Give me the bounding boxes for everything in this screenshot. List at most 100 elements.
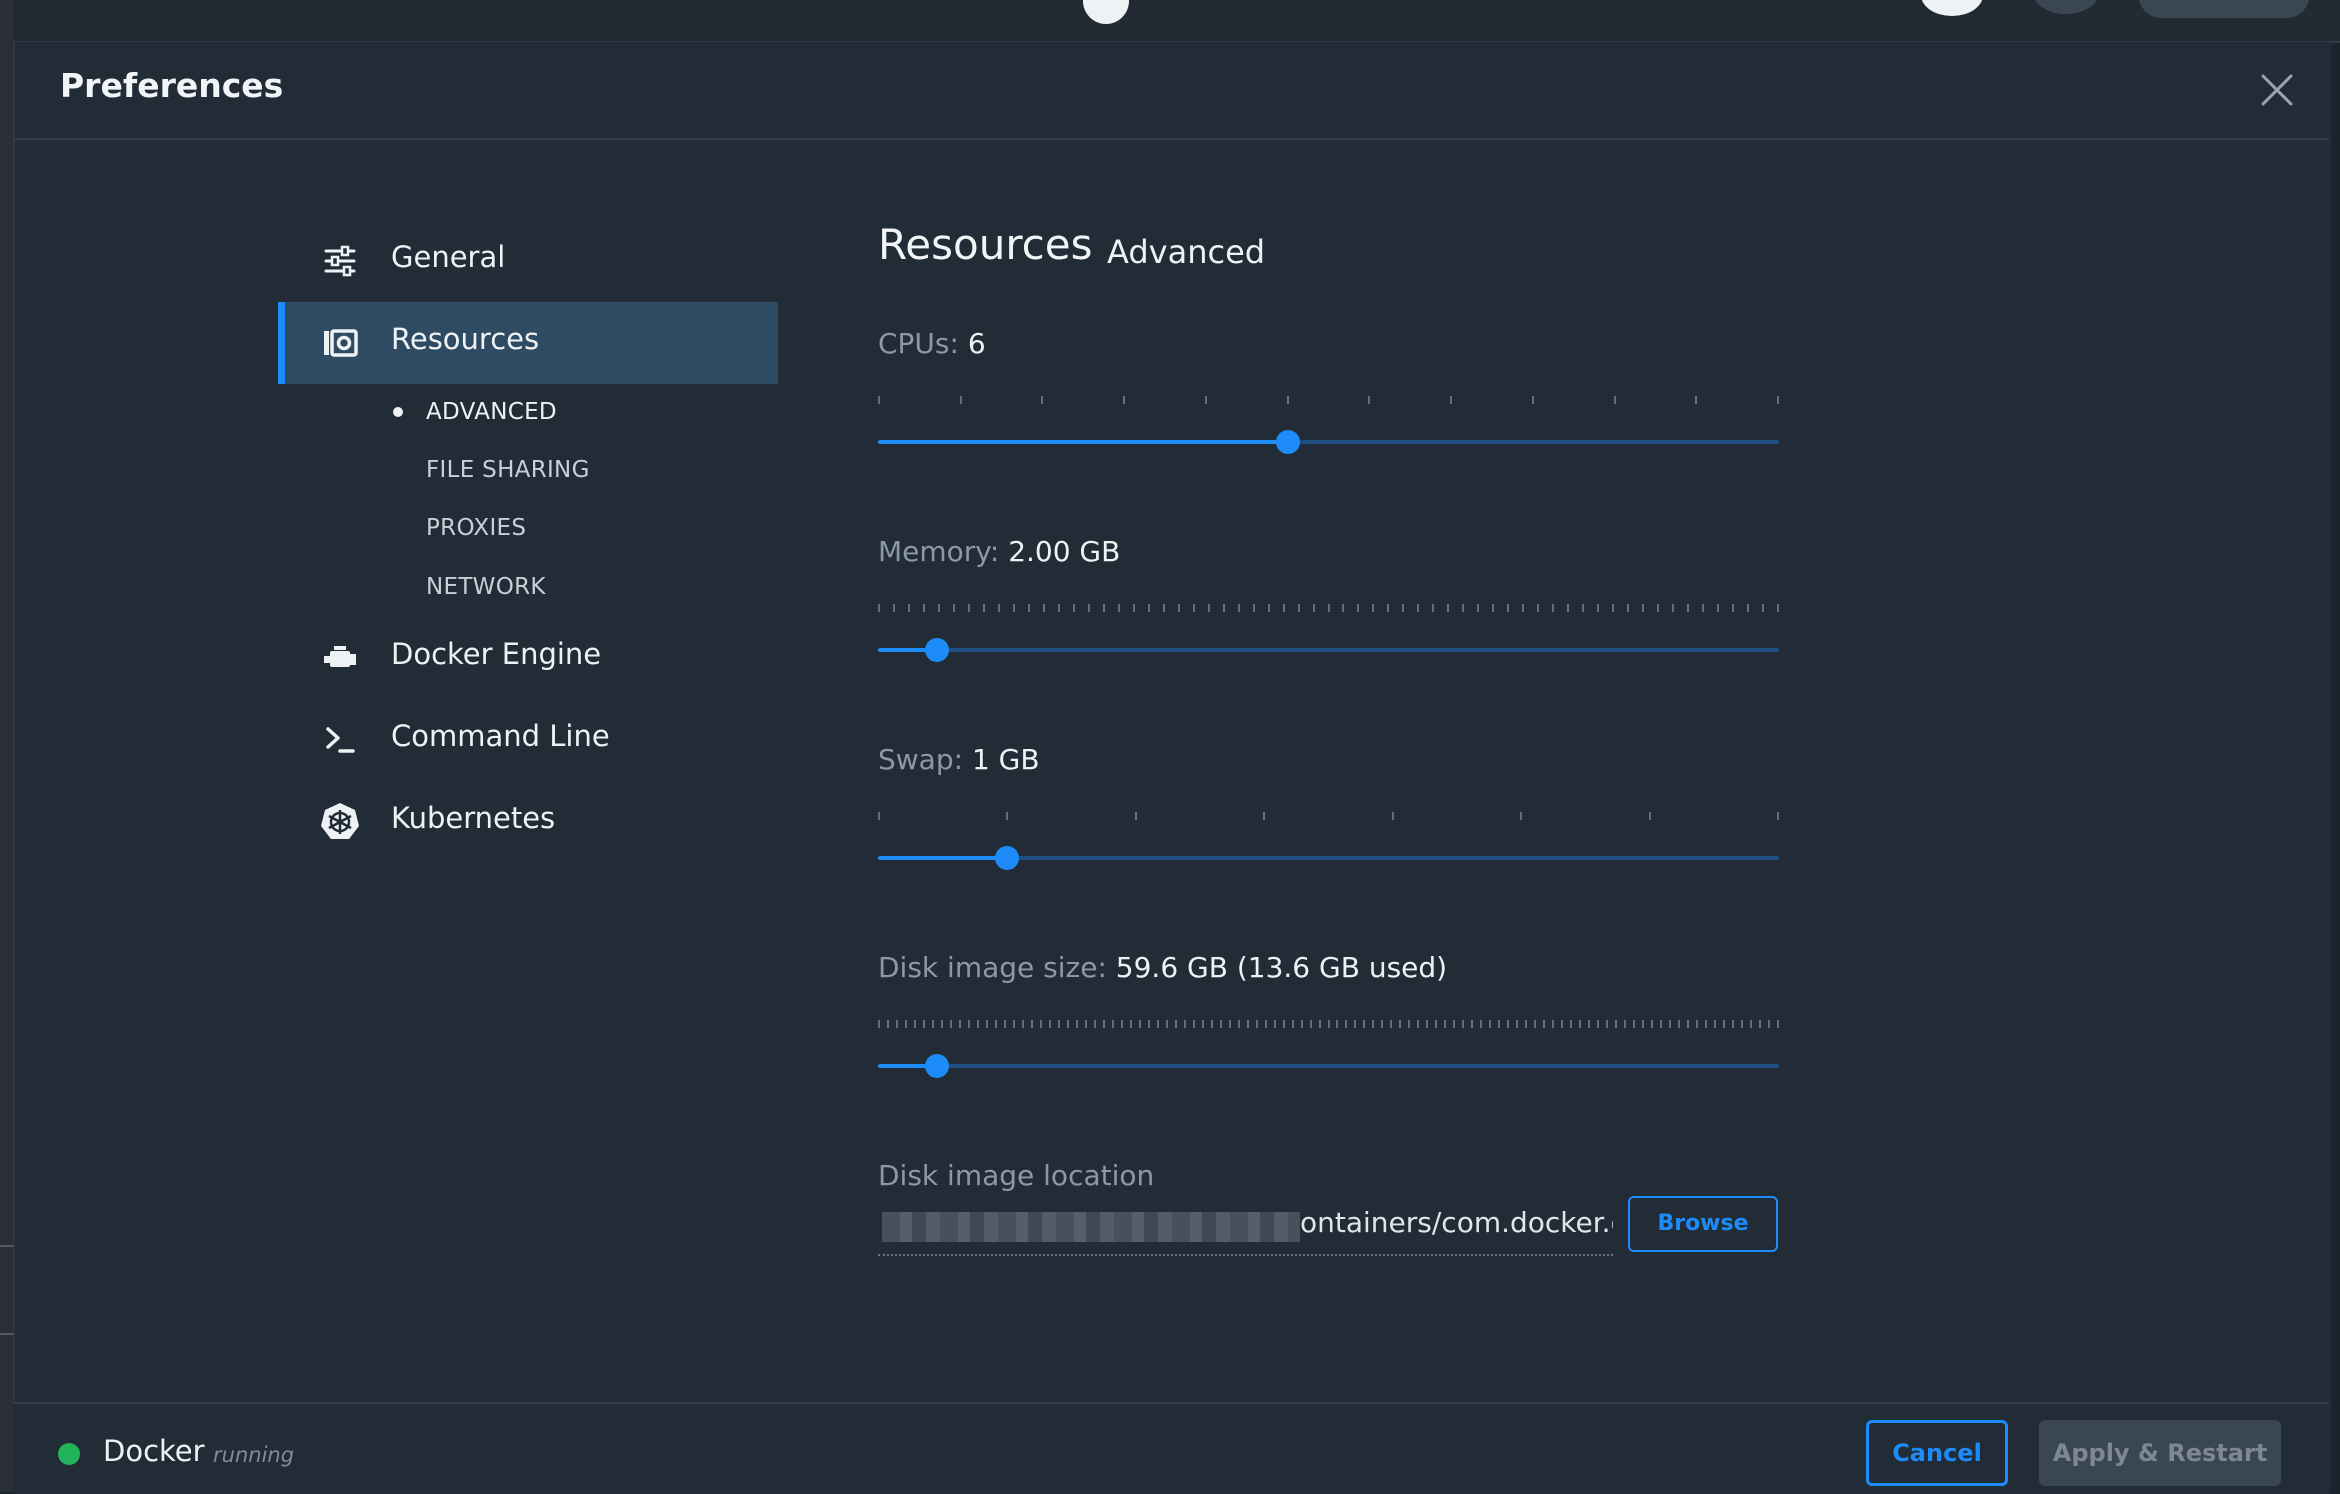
slider-tick [1567, 604, 1569, 612]
slider-tick [923, 1020, 925, 1028]
slider-tick [1705, 1020, 1707, 1028]
kubernetes-icon [320, 802, 360, 842]
browse-button[interactable]: Browse [1628, 1196, 1778, 1252]
engine-icon [320, 638, 360, 678]
slider-tick [932, 1020, 934, 1028]
slider-tick [1193, 604, 1195, 612]
sidebar-subitem-file-sharing[interactable]: FILE SHARING [426, 457, 590, 483]
slider-tick [1392, 812, 1394, 820]
slider-tick [1520, 812, 1522, 820]
slider-tick [1777, 396, 1779, 404]
slider-tick [1588, 1020, 1590, 1028]
slider-tick [1768, 1020, 1770, 1028]
disk-location-field[interactable]: ontainers/com.docker.dc [878, 1202, 1613, 1256]
close-icon[interactable] [2255, 68, 2299, 112]
slider-tick [1498, 1020, 1500, 1028]
slider-tick [1552, 604, 1554, 612]
slider-tick [1357, 604, 1359, 612]
cancel-button[interactable]: Cancel [1866, 1420, 2008, 1486]
redacted-path [882, 1212, 1300, 1242]
slider-tick [1211, 1020, 1213, 1028]
sidebar-item-label: Kubernetes [391, 801, 556, 835]
slider-tick [1372, 604, 1374, 612]
slider-tick [1732, 604, 1734, 612]
sidebar-item-general[interactable]: General [278, 220, 778, 302]
slider-tick [1516, 1020, 1518, 1028]
slider-tick [1417, 604, 1419, 612]
sidebar-subitem-network[interactable]: NETWORK [426, 574, 546, 600]
sidebar-item-resources[interactable]: Resources [278, 302, 778, 384]
slider-tick [1283, 604, 1285, 612]
slider-thumb[interactable] [995, 846, 1019, 870]
slider-tick [1076, 1020, 1078, 1028]
slider-track [878, 1064, 1779, 1068]
sliders-icon [320, 241, 360, 281]
slider-tick [1103, 604, 1105, 612]
slider-thumb[interactable] [925, 638, 949, 662]
cpus-slider[interactable] [878, 396, 1779, 456]
slider-tick [960, 396, 962, 404]
slider-tick [986, 1020, 988, 1028]
slider-tick [1462, 604, 1464, 612]
sidebar-item-label: Resources [391, 322, 540, 356]
background-divider [0, 1333, 13, 1335]
slider-tick [1660, 1020, 1662, 1028]
slider-tick [1336, 1020, 1338, 1028]
slider-tick [1399, 1020, 1401, 1028]
slider-tick [1006, 812, 1008, 820]
slider-tick [1522, 604, 1524, 612]
sidebar-item-label: Docker Engine [391, 637, 602, 671]
slider-tick [1139, 1020, 1141, 1028]
disk-size-slider[interactable] [878, 1020, 1779, 1080]
sidebar-item-command-line[interactable]: Command Line [278, 699, 778, 781]
slider-tick [1426, 1020, 1428, 1028]
slider-tick [1354, 1020, 1356, 1028]
slider-tick [1268, 604, 1270, 612]
slider-tick [1537, 604, 1539, 612]
slider-tick [1298, 604, 1300, 612]
memory-label-text: Memory: [878, 535, 1000, 568]
slider-tick [1088, 604, 1090, 612]
slider-tick [1390, 1020, 1392, 1028]
slider-tick [1624, 1020, 1626, 1028]
slider-tick [905, 1020, 907, 1028]
sidebar-item-kubernetes[interactable]: Kubernetes [278, 781, 778, 863]
slider-tick [1028, 604, 1030, 612]
slider-tick [1759, 1020, 1761, 1028]
slider-tick [1193, 1020, 1195, 1028]
memory-value: 2.00 GB [1008, 535, 1121, 568]
swap-value: 1 GB [971, 743, 1040, 776]
apply-restart-button[interactable]: Apply & Restart [2039, 1420, 2281, 1486]
sidebar-item-docker-engine[interactable]: Docker Engine [278, 617, 778, 699]
slider-tick [878, 812, 880, 820]
slider-tick [1301, 1020, 1303, 1028]
sidebar-subitem-proxies[interactable]: PROXIES [426, 515, 526, 541]
memory-slider[interactable] [878, 604, 1779, 664]
slider-tick [1112, 1020, 1114, 1028]
swap-label: Swap: 1 GB [878, 743, 1040, 776]
slider-tick [1687, 604, 1689, 612]
slider-tick [1695, 396, 1697, 404]
slider-thumb[interactable] [1276, 430, 1300, 454]
disk-size-label: Disk image size: 59.6 GB (13.6 GB used) [878, 951, 1447, 984]
slider-tick [1058, 604, 1060, 612]
help-icon [1921, 0, 1983, 16]
slider-tick [1597, 1020, 1599, 1028]
slider-tick [1453, 1020, 1455, 1028]
background-app-topbar [13, 0, 2340, 43]
slider-tick [1750, 1020, 1752, 1028]
swap-slider[interactable] [878, 812, 1779, 872]
cpus-label-text: CPUs: [878, 327, 959, 360]
cpus-value: 6 [967, 327, 986, 360]
sidebar-subitem-advanced[interactable]: ADVANCED [426, 399, 557, 425]
slider-tick [1507, 604, 1509, 612]
slider-tick [1651, 1020, 1653, 1028]
slider-tick [968, 604, 970, 612]
disk-size-value: 59.6 GB (13.6 GB used) [1115, 951, 1448, 984]
slider-tick [1073, 604, 1075, 612]
slider-thumb[interactable] [925, 1054, 949, 1078]
slider-tick [1777, 1020, 1779, 1028]
slider-tick [878, 604, 880, 612]
slider-tick [1480, 1020, 1482, 1028]
slider-tick [1148, 1020, 1150, 1028]
